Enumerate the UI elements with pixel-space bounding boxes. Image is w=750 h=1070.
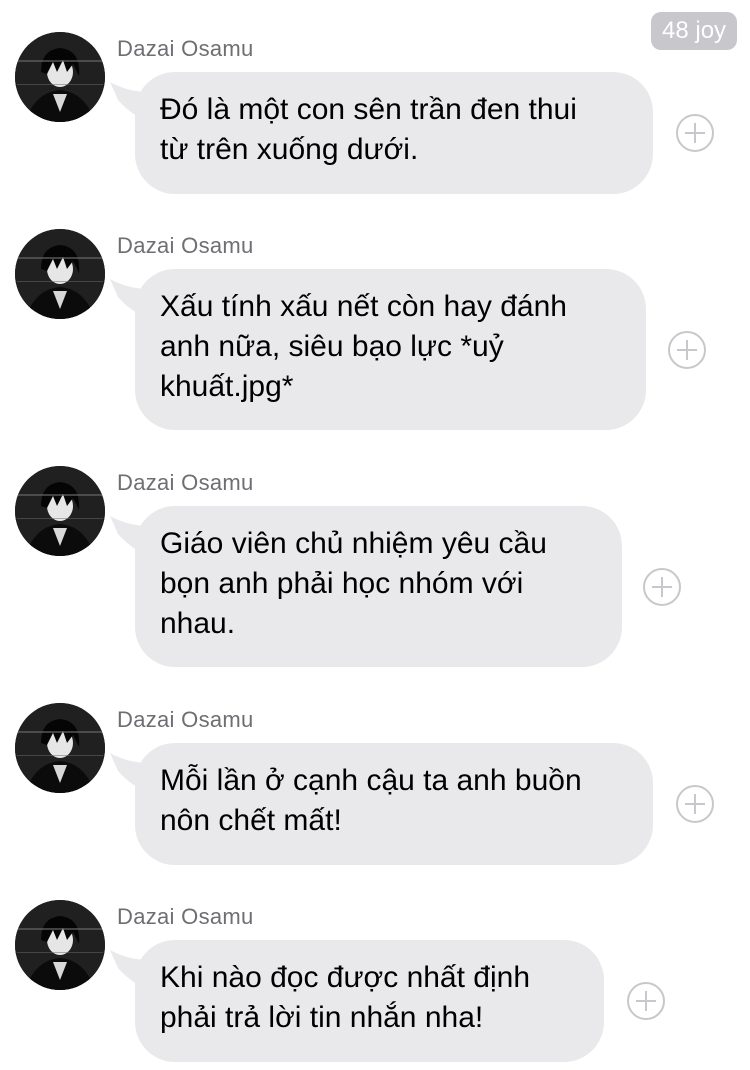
avatar-image-icon [15,229,105,319]
avatar-image-icon [15,900,105,990]
message-bubble[interactable]: Đó là một con sên trần đen thui từ trên … [135,72,653,194]
message-bubble[interactable]: Khi nào đọc được nhất định phải trả lời … [135,940,604,1062]
sender-name: Dazai Osamu [117,233,254,258]
add-reaction-icon[interactable] [668,331,706,369]
message-bubble[interactable]: Mỗi lần ở cạnh cậu ta anh buồn nôn chết … [135,743,653,865]
avatar[interactable] [15,466,105,556]
count-badge: 48 joy [651,12,738,50]
sender-name: Dazai Osamu [117,707,254,732]
add-reaction-icon[interactable] [643,568,681,606]
add-reaction-icon[interactable] [676,785,714,823]
message-bubble[interactable]: Giáo viên chủ nhiệm yêu cầu bọn anh phải… [135,506,622,667]
avatar-image-icon [15,32,105,122]
avatar-image-icon [15,703,105,793]
avatar-image-icon [15,466,105,556]
avatar[interactable] [15,32,105,122]
sender-name: Dazai Osamu [117,36,254,61]
sender-name: Dazai Osamu [117,470,254,495]
avatar[interactable] [15,229,105,319]
avatar[interactable] [15,900,105,990]
sender-name: Dazai Osamu [117,904,254,929]
avatar[interactable] [15,703,105,793]
message-bubble[interactable]: Xấu tính xấu nết còn hay đánh anh nữa, s… [135,269,646,430]
add-reaction-icon[interactable] [627,982,665,1020]
add-reaction-icon[interactable] [676,114,714,152]
